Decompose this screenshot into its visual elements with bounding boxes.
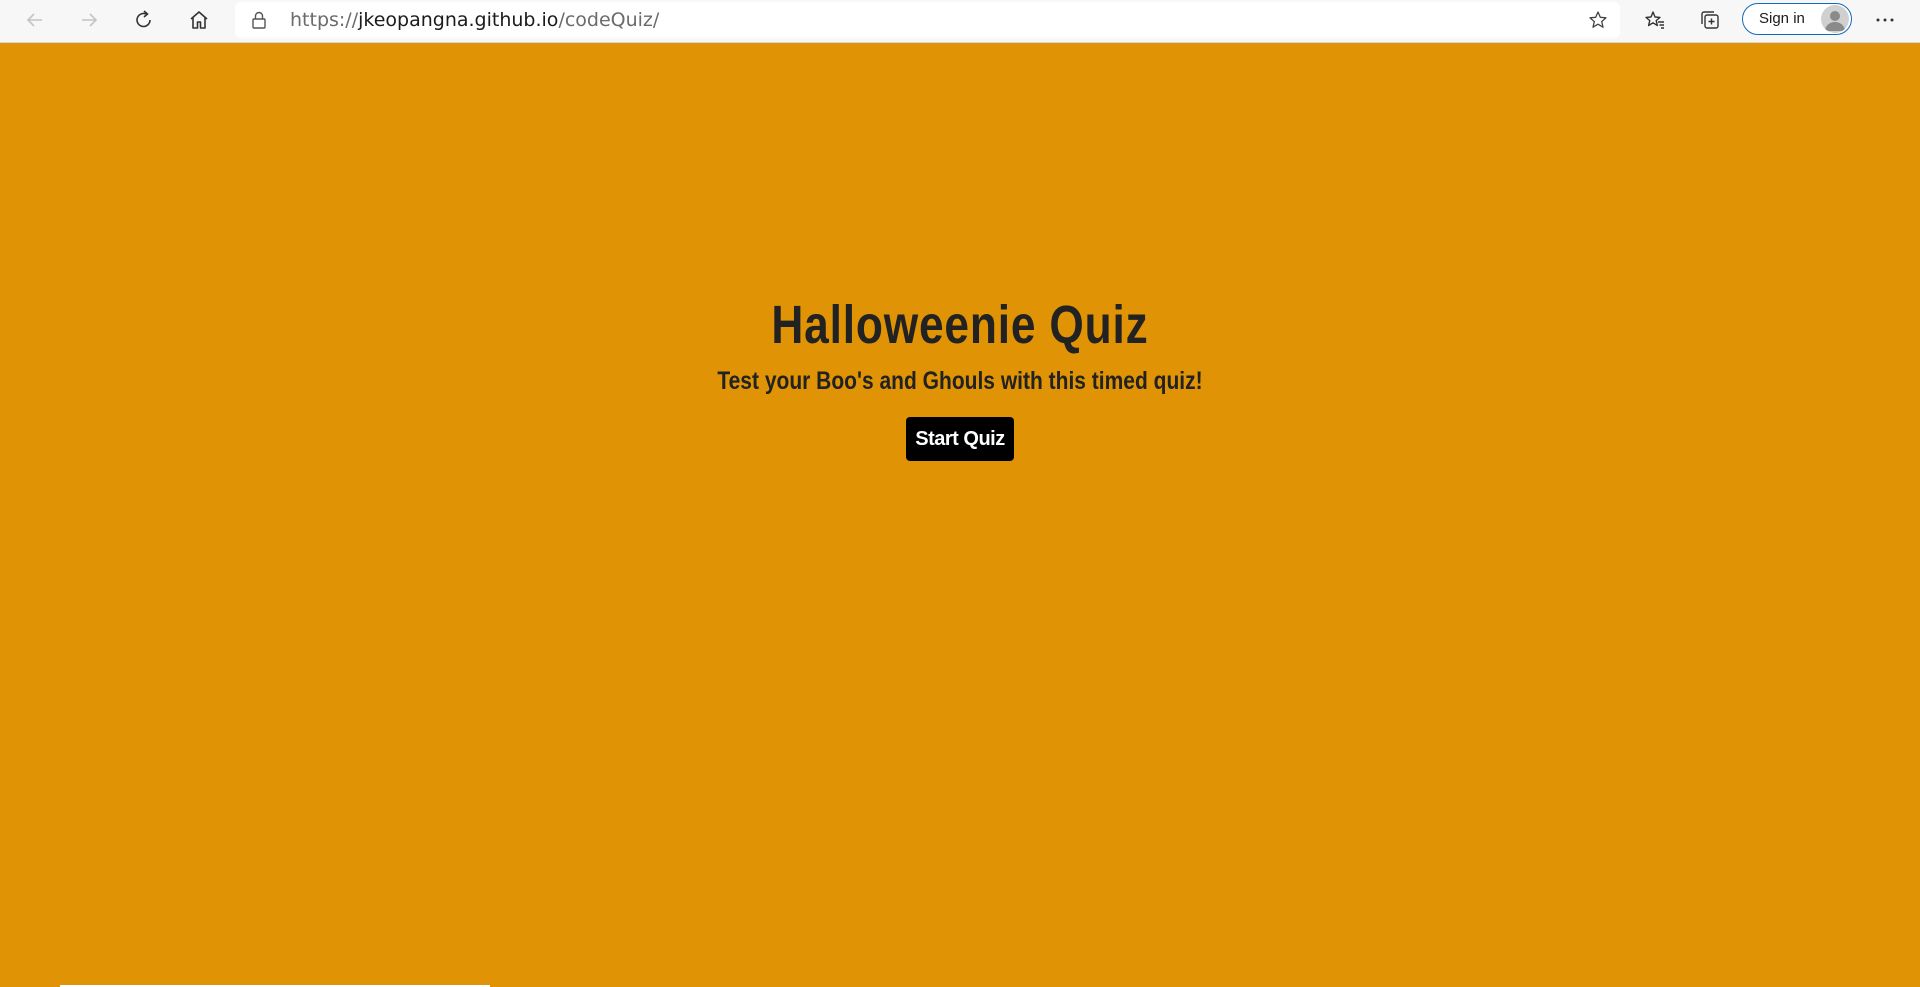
avatar-icon — [1821, 5, 1849, 33]
url-host: jkeopangna.github.io — [358, 9, 559, 31]
star-icon[interactable] — [1588, 10, 1608, 30]
url-text[interactable]: https://jkeopangna.github.io/codeQuiz/ — [290, 2, 659, 38]
forward-button[interactable] — [71, 4, 107, 36]
page-content: Halloweenie Quiz Test your Boo's and Gho… — [0, 43, 1920, 987]
start-quiz-button[interactable]: Start Quiz — [906, 417, 1014, 461]
sign-in-button[interactable]: Sign in — [1742, 3, 1852, 35]
quiz-intro: Halloweenie Quiz Test your Boo's and Gho… — [0, 293, 1920, 461]
favorites-button[interactable] — [1637, 4, 1673, 36]
refresh-icon — [136, 10, 151, 28]
page-subtitle: Test your Boo's and Ghouls with this tim… — [717, 367, 1203, 395]
forward-arrow-icon — [82, 13, 98, 27]
refresh-button[interactable] — [126, 4, 162, 36]
home-button[interactable] — [181, 4, 217, 36]
back-button[interactable] — [17, 4, 53, 36]
home-icon — [190, 11, 208, 29]
collections-button[interactable] — [1692, 4, 1728, 36]
sign-in-label: Sign in — [1759, 10, 1805, 27]
page-title: Halloweenie Quiz — [771, 295, 1149, 355]
more-icon — [1876, 18, 1894, 22]
more-button[interactable] — [1867, 4, 1903, 36]
url-path: /codeQuiz/ — [558, 9, 660, 31]
browser-toolbar: https://jkeopangna.github.io/codeQuiz/ S… — [0, 0, 1920, 43]
lock-icon — [252, 11, 266, 29]
collections-icon — [1701, 11, 1719, 29]
url-scheme: https:// — [290, 9, 359, 31]
address-bar[interactable]: https://jkeopangna.github.io/codeQuiz/ — [235, 2, 1620, 38]
back-arrow-icon — [26, 13, 42, 27]
favorites-icon — [1645, 11, 1664, 29]
